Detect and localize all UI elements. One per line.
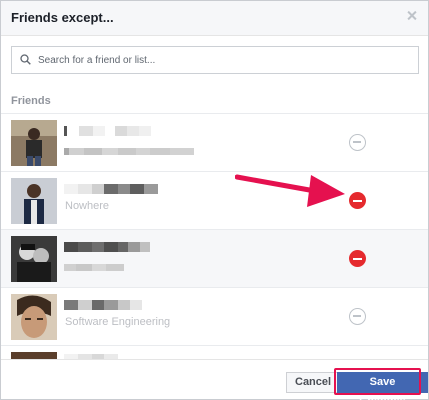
friends-section-label: Friends xyxy=(11,95,51,107)
avatar xyxy=(11,294,57,340)
friends-list[interactable]: Nowhere Software Engineering xyxy=(1,113,428,359)
friend-name-redacted xyxy=(64,126,151,136)
minus-circle-icon[interactable] xyxy=(349,134,366,151)
friend-name-redacted xyxy=(64,300,142,310)
minus-circle-icon[interactable] xyxy=(349,192,366,209)
search-box[interactable] xyxy=(11,46,419,74)
close-icon[interactable] xyxy=(405,9,419,23)
friend-name-redacted xyxy=(64,184,158,194)
friend-row[interactable] xyxy=(1,345,428,359)
save-highlight-annotation xyxy=(334,368,421,395)
cancel-button[interactable]: Cancel xyxy=(286,372,341,393)
friend-row[interactable]: Nowhere xyxy=(1,171,428,229)
friend-subtext: Software Engineering xyxy=(65,316,171,328)
minus-circle-icon[interactable] xyxy=(349,250,366,267)
friend-subtext-redacted xyxy=(64,264,124,271)
friends-except-dialog: Friends except... Friends xyxy=(0,0,429,400)
arrow-annotation xyxy=(235,174,345,207)
minus-circle-icon[interactable] xyxy=(349,308,366,325)
friend-subtext-redacted xyxy=(64,148,194,155)
friend-row[interactable] xyxy=(1,113,428,171)
avatar xyxy=(11,352,57,359)
avatar xyxy=(11,236,57,282)
search-icon xyxy=(20,54,31,65)
friend-row[interactable]: Software Engineering xyxy=(1,287,428,345)
avatar xyxy=(11,178,57,224)
dialog-header: Friends except... xyxy=(1,1,428,36)
friend-row[interactable] xyxy=(1,229,428,287)
friend-name-redacted xyxy=(64,242,150,252)
friend-subtext: Nowhere xyxy=(65,200,110,212)
search-input[interactable] xyxy=(38,47,408,73)
avatar xyxy=(11,120,57,166)
dialog-title: Friends except... xyxy=(11,10,114,25)
